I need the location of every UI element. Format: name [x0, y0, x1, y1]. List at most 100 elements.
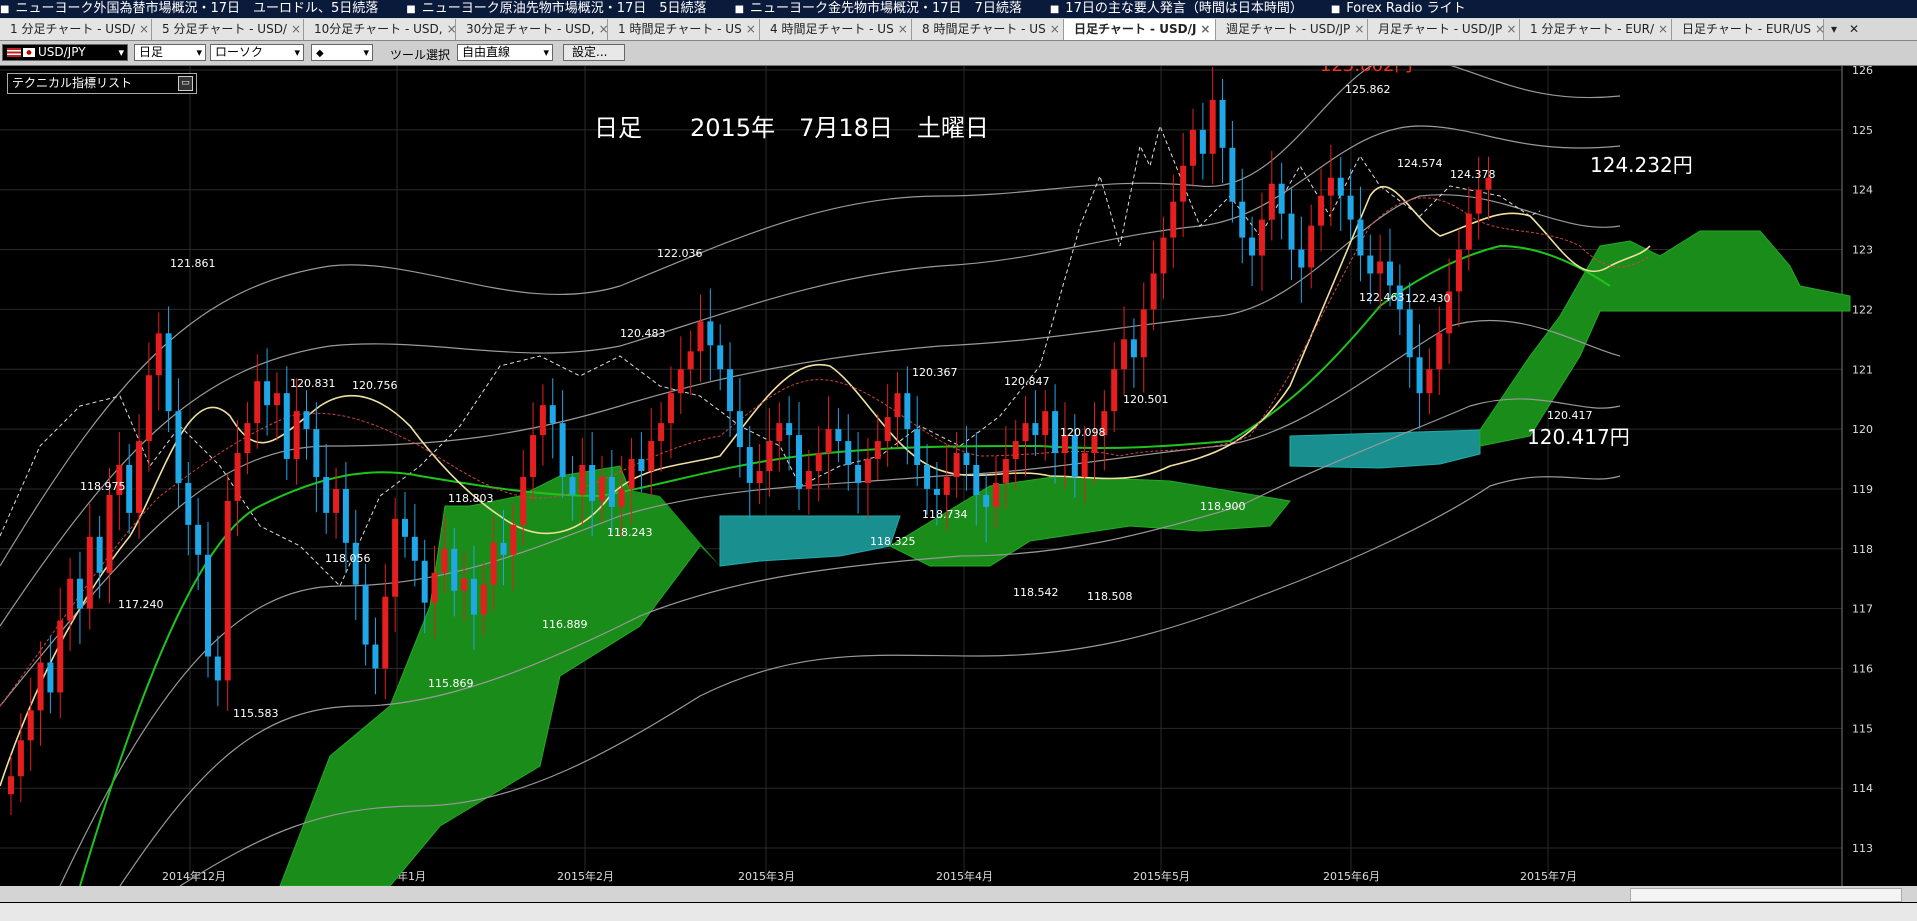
candle-body	[1258, 219, 1265, 256]
us-flag-icon	[7, 48, 21, 57]
candle-body	[667, 393, 674, 424]
tool-select-label: ツール選択	[390, 48, 451, 62]
chart-tab[interactable]: 10分足チャート - USD, ×	[304, 19, 456, 40]
candle-body	[1239, 201, 1246, 238]
chart-tab[interactable]: 週足チャート - USD/JP ×	[1216, 19, 1368, 40]
candle-body	[1111, 369, 1118, 412]
chart-title: 日足 2015年 7月18日 土曜日	[594, 114, 989, 142]
chart-tab[interactable]: 1 分足チャート - USD/ ×	[0, 19, 152, 40]
candle-body	[569, 476, 576, 495]
symbol-select[interactable]: USD/JPY	[2, 44, 128, 61]
close-icon[interactable]: ×	[291, 19, 301, 40]
chart-tab[interactable]: 5 分足チャート - USD/ ×	[152, 19, 304, 40]
candle-body	[993, 482, 999, 507]
candle-body	[579, 465, 586, 495]
ticker-item[interactable]: Forex Radio ライト	[1331, 0, 1465, 18]
chart-tab[interactable]: 30分足チャート - USD, ×	[456, 19, 608, 40]
x-tick-label: 2015年4月	[936, 869, 993, 883]
chart-tab[interactable]: 日足チャート - EUR/US ×	[1672, 19, 1824, 40]
close-all-icon[interactable]: ✕	[1844, 18, 1864, 40]
candle-body	[1268, 183, 1275, 220]
tab-list-icon[interactable]: ▾	[1824, 18, 1844, 40]
price-label: 122.036	[657, 247, 703, 260]
chart-tab-label: 5 分足チャート - USD/	[162, 22, 287, 36]
candle-body	[677, 369, 684, 394]
news-ticker[interactable]: ニューヨーク外国為替市場概況・17日 ユーロドル、5日続落 ニューヨーク原油先物市…	[0, 0, 1917, 18]
chart-tab-label: 週足チャート - USD/JP	[1226, 22, 1351, 36]
price-label: 124.574	[1397, 157, 1443, 170]
candle-body	[145, 375, 152, 442]
y-tick-label: 121	[1852, 363, 1873, 376]
close-icon[interactable]: ×	[898, 19, 908, 40]
close-icon[interactable]: ×	[1506, 19, 1516, 40]
candle-body	[559, 423, 566, 477]
ticker-item[interactable]: ニューヨーク金先物市場概況・17日 7日続落	[735, 0, 1022, 18]
candle-body	[943, 476, 950, 495]
candle-body	[864, 459, 871, 483]
y-tick-label: 120	[1852, 423, 1873, 436]
chart-type-select[interactable]: ローソク	[210, 44, 304, 61]
candle-body	[1406, 309, 1413, 358]
collapse-icon[interactable]: ▭	[178, 76, 193, 91]
close-icon[interactable]: ×	[1658, 19, 1668, 40]
candle-body	[185, 482, 192, 525]
settings-button[interactable]: 設定...	[563, 44, 625, 61]
y-tick-label: 123	[1852, 244, 1873, 257]
price-label: 120.831	[290, 377, 336, 390]
ticker-item[interactable]: ニューヨーク外国為替市場概況・17日 ユーロドル、5日続落	[0, 0, 378, 18]
candle-body	[224, 500, 231, 681]
chart-tab[interactable]: 1 時間足チャート - US ×	[608, 19, 760, 40]
price-label: 120.367	[912, 366, 958, 379]
candle-body	[855, 465, 862, 483]
line-style-select[interactable]: ◆	[311, 44, 373, 61]
candle-body	[1347, 195, 1354, 220]
close-icon[interactable]: ×	[1354, 19, 1364, 40]
symbol-select-value: USD/JPY	[38, 45, 86, 59]
candle-body	[983, 494, 990, 507]
candle-body	[421, 560, 428, 603]
chart-tab-label: 30分足チャート - USD,	[466, 22, 595, 36]
horizontal-scrollbar[interactable]	[0, 886, 1917, 902]
chart-tab[interactable]: 8 時間足チャート - US ×	[912, 19, 1064, 40]
candle-body	[1416, 357, 1423, 394]
close-icon[interactable]: ×	[1815, 19, 1823, 40]
high-price-callout: 125.862円	[1320, 66, 1412, 76]
chart-tab[interactable]: 1 分足チャート - EUR/×	[1520, 19, 1672, 40]
candle-body	[786, 423, 793, 436]
scrollbar-thumb[interactable]	[1630, 888, 1902, 902]
candle-body	[658, 423, 665, 442]
tool-select[interactable]: 自由直線	[457, 44, 553, 61]
chart-tab[interactable]: 4 時間足チャート - US ×	[760, 19, 912, 40]
ticker-item[interactable]: ニューヨーク原油先物市場概況・17日 5日続落	[406, 0, 707, 18]
close-icon[interactable]: ×	[1200, 19, 1210, 40]
chart-tab-label: 月足チャート - USD/JP	[1378, 22, 1503, 36]
period-select[interactable]: 日足	[134, 44, 206, 61]
ticker-item[interactable]: 17日の主な要人発言（時間は日本時間）	[1050, 0, 1303, 18]
candle-body	[402, 518, 408, 537]
chart-tab[interactable]: 月足チャート - USD/JP ×	[1368, 19, 1520, 40]
candle-body	[687, 351, 694, 370]
candle-body	[490, 542, 497, 585]
price-label: 116.889	[542, 618, 588, 631]
candle-body	[500, 542, 507, 555]
candle-body	[638, 459, 645, 471]
chart-tab[interactable]: 日足チャート - USD/J ×	[1064, 19, 1216, 40]
candle-body	[510, 524, 517, 555]
price-chart[interactable]: 113 114 115 116 117 118 119 120 121 122 123 124 125 1…	[0, 66, 1917, 886]
close-icon[interactable]: ×	[746, 19, 756, 40]
y-tick-label: 118	[1852, 543, 1873, 556]
low-price-callout: 120.417円	[1527, 425, 1630, 449]
candle-body	[273, 393, 280, 406]
candle-body	[707, 321, 714, 346]
close-icon[interactable]: ×	[599, 19, 607, 40]
candle-body	[1288, 213, 1295, 250]
close-icon[interactable]: ×	[447, 19, 455, 40]
candle-body	[894, 393, 901, 418]
x-tick-label: 2015年6月	[1323, 869, 1380, 883]
price-label: 117.240	[118, 598, 164, 611]
close-icon[interactable]: ×	[139, 19, 149, 40]
close-icon[interactable]: ×	[1050, 19, 1060, 40]
candle-body	[904, 393, 911, 430]
price-label: 115.869	[428, 677, 474, 690]
indicator-list-panel[interactable]: テクニカル指標リスト ▭	[7, 73, 197, 94]
